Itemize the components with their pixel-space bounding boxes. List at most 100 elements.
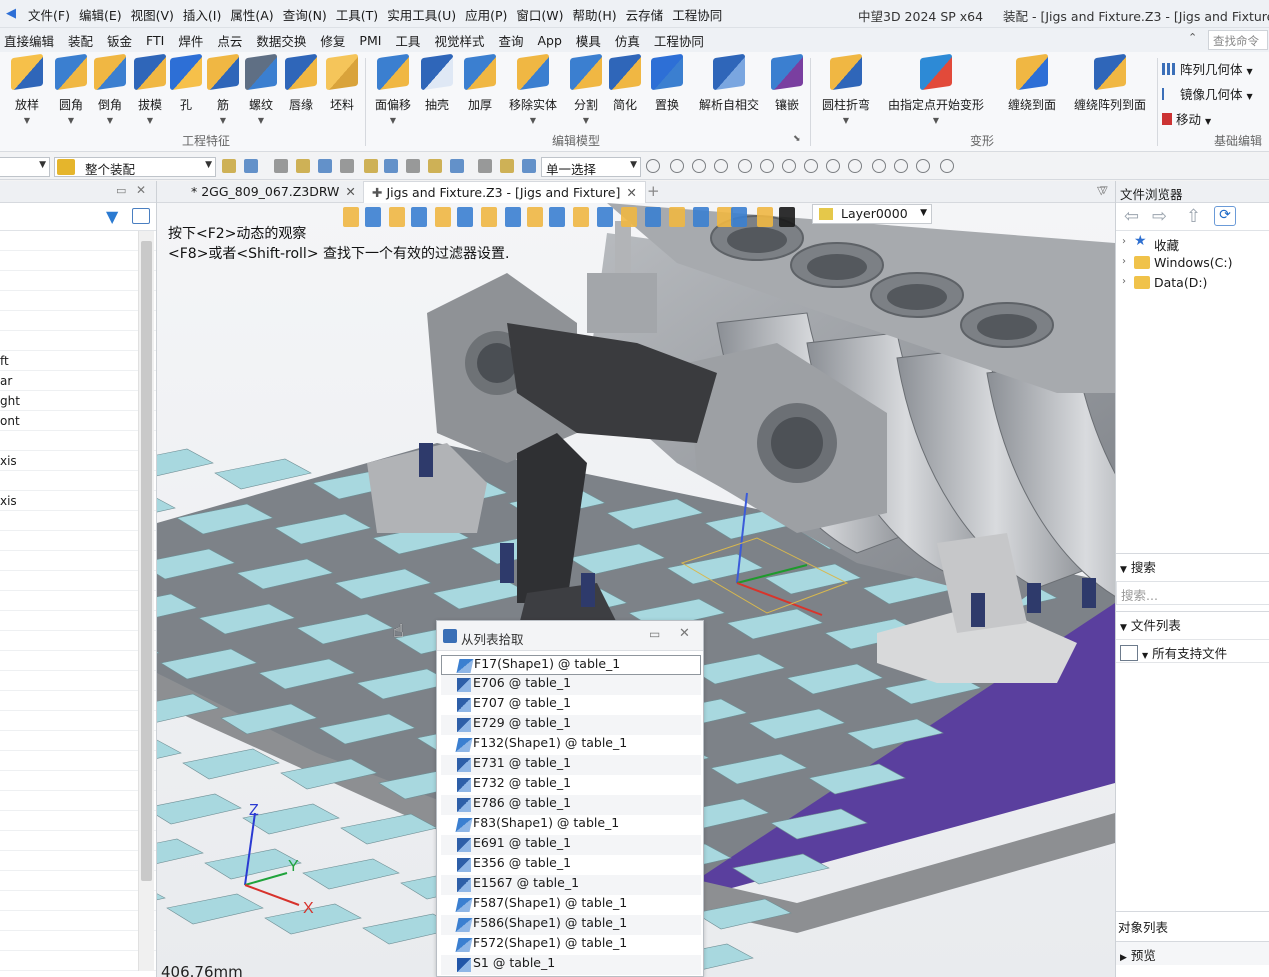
ribbon-tab[interactable]: 装配	[68, 31, 93, 50]
snap-filter-icon[interactable]	[782, 159, 796, 173]
view-tool-icon[interactable]	[757, 207, 773, 227]
snap-filter-icon[interactable]	[916, 159, 930, 173]
tree-row[interactable]	[0, 651, 156, 671]
tree-row[interactable]	[0, 951, 156, 971]
close-tab-icon[interactable]: ✕	[626, 185, 636, 200]
ribbon-tab[interactable]: 焊件	[178, 31, 203, 50]
pick-list-item[interactable]: E691 @ table_1	[441, 835, 701, 855]
mirror-geometry-button[interactable]: 镜像几何体 ▼	[1162, 84, 1253, 103]
scrollbar-thumb[interactable]	[141, 241, 152, 881]
ribbon-button-simplify[interactable]: 简化	[603, 53, 647, 113]
ribbon-button-cylinder-bend[interactable]: 圆柱折弯 ▼	[813, 53, 879, 125]
collapse-ribbon-icon[interactable]: ⌃	[1188, 31, 1197, 44]
ribbon-tab[interactable]: 钣金	[107, 31, 132, 50]
tree-row[interactable]	[0, 631, 156, 651]
doc-tab-assembly[interactable]: ✚ Jigs and Fixture.Z3 - [Jigs and Fixtur…	[363, 181, 646, 203]
close-dialog-icon[interactable]: ✕	[679, 626, 690, 641]
menu-item[interactable]: 应用(P)	[465, 5, 507, 24]
ribbon-tab[interactable]: 工程协同	[654, 31, 704, 50]
ribbon-tab[interactable]: 直接编辑	[4, 31, 54, 50]
left-combo[interactable]: ▼	[0, 157, 50, 177]
tree-row[interactable]	[0, 531, 156, 551]
view-tool-icon[interactable]	[505, 207, 521, 227]
pick-list-item[interactable]: F572(Shape1) @ table_1	[441, 935, 701, 955]
menu-item[interactable]: 编辑(E)	[79, 5, 122, 24]
toolbar-tool-icon[interactable]	[340, 159, 354, 173]
tree-row[interactable]	[0, 771, 156, 791]
pin-dialog-icon[interactable]: ▭	[649, 627, 660, 641]
snap-filter-icon[interactable]	[940, 159, 954, 173]
pick-list-item[interactable]: F83(Shape1) @ table_1	[441, 815, 701, 835]
menu-item[interactable]: 工程协同	[672, 5, 722, 24]
pick-list-item[interactable]: E729 @ table_1	[441, 715, 701, 735]
ribbon-button-fillet[interactable]: 圆角 ▼	[49, 53, 93, 125]
ribbon-button-chamfer[interactable]: 倒角 ▼	[88, 53, 132, 125]
view-tool-icon[interactable]	[597, 207, 613, 227]
list-settings-icon[interactable]	[132, 208, 150, 224]
tree-row[interactable]	[0, 471, 156, 491]
ribbon-button-rib[interactable]: 筋 ▼	[203, 53, 243, 125]
file-type-filter-select[interactable]: ▼ 所有支持文件	[1116, 639, 1269, 663]
toolbar-tool-icon[interactable]	[296, 159, 310, 173]
toolbar-tool-icon[interactable]	[428, 159, 442, 173]
ribbon-button-thread[interactable]: 螺纹 ▼	[239, 53, 283, 125]
snap-filter-icon[interactable]	[872, 159, 886, 173]
pick-list-item[interactable]: E1567 @ table_1	[441, 875, 701, 895]
chevron-right-icon[interactable]: ›	[1122, 276, 1126, 287]
snap-filter-icon[interactable]	[826, 159, 840, 173]
ribbon-button-split[interactable]: 分割 ▼	[564, 53, 608, 125]
menu-item[interactable]: 属性(A)	[230, 5, 273, 24]
ribbon-button-shell[interactable]: 抽壳	[416, 53, 458, 113]
view-tool-icon[interactable]	[549, 207, 565, 227]
snap-filter-icon[interactable]	[894, 159, 908, 173]
pick-list-item[interactable]: F132(Shape1) @ table_1	[441, 735, 701, 755]
pick-list-item[interactable]: S1 @ table_1	[441, 955, 701, 975]
command-search-input[interactable]: 查找命令	[1208, 30, 1268, 50]
tree-row[interactable]: ft	[0, 351, 156, 371]
toolbar-tool-icon[interactable]	[364, 159, 378, 173]
toolbar-tool-icon[interactable]	[318, 159, 332, 173]
ribbon-tab[interactable]: 点云	[217, 31, 242, 50]
tree-row[interactable]	[0, 811, 156, 831]
tree-row[interactable]	[0, 711, 156, 731]
toolbar-tool-icon[interactable]	[274, 159, 288, 173]
view-tool-icon[interactable]	[457, 207, 473, 227]
snap-filter-icon[interactable]	[738, 159, 752, 173]
ribbon-button-stock[interactable]: 坯料	[319, 53, 365, 113]
tree-row[interactable]	[0, 671, 156, 691]
ribbon-button-hole[interactable]: 孔	[166, 53, 206, 113]
snap-filter-icon[interactable]	[848, 159, 862, 173]
view-tool-icon[interactable]	[411, 207, 427, 227]
tree-row[interactable]	[0, 871, 156, 891]
preview-section-header[interactable]: ▶ 预览	[1116, 941, 1269, 965]
tree-row[interactable]: ght	[0, 391, 156, 411]
ribbon-tab[interactable]: 视觉样式	[434, 31, 484, 50]
snap-filter-icon[interactable]	[646, 159, 660, 173]
panel-restore-icon[interactable]: ▭	[116, 184, 126, 197]
dialog-title-bar[interactable]: 从列表拾取 ▭ ✕	[437, 621, 703, 651]
file-search-input[interactable]: 搜索...	[1116, 581, 1269, 605]
toolbar-tool-icon[interactable]	[478, 159, 492, 173]
group-expand-icon[interactable]: ⬊	[793, 134, 801, 144]
tree-row[interactable]	[0, 431, 156, 451]
tree-row[interactable]	[0, 891, 156, 911]
menu-item[interactable]: 云存储	[626, 5, 664, 24]
view-tool-icon[interactable]	[435, 207, 451, 227]
ribbon-tab[interactable]: FTI	[146, 33, 164, 48]
toolbar-tool-icon[interactable]	[244, 159, 258, 173]
ribbon-button-emboss[interactable]: 镶嵌	[764, 53, 810, 113]
view-tool-icon[interactable]	[389, 207, 405, 227]
view-tool-icon[interactable]	[645, 207, 661, 227]
ribbon-button-deform-from-point[interactable]: 由指定点开始变形 ▼	[878, 53, 994, 125]
close-tab-icon[interactable]: ✕	[345, 184, 355, 199]
pick-list-item[interactable]: E356 @ table_1	[441, 855, 701, 875]
new-tab-icon[interactable]: +	[647, 182, 660, 200]
menu-item[interactable]: 视图(V)	[131, 5, 174, 24]
menu-item[interactable]: 帮助(H)	[573, 5, 617, 24]
tree-row[interactable]	[0, 571, 156, 591]
snap-filter-icon[interactable]	[670, 159, 684, 173]
ribbon-tab[interactable]: 模具	[576, 31, 601, 50]
assembly-filter-select[interactable]: 整个装配 ▼	[54, 157, 216, 177]
pick-list-item[interactable]: E707 @ table_1	[441, 695, 701, 715]
pick-list-item[interactable]: F587(Shape1) @ table_1	[441, 895, 701, 915]
